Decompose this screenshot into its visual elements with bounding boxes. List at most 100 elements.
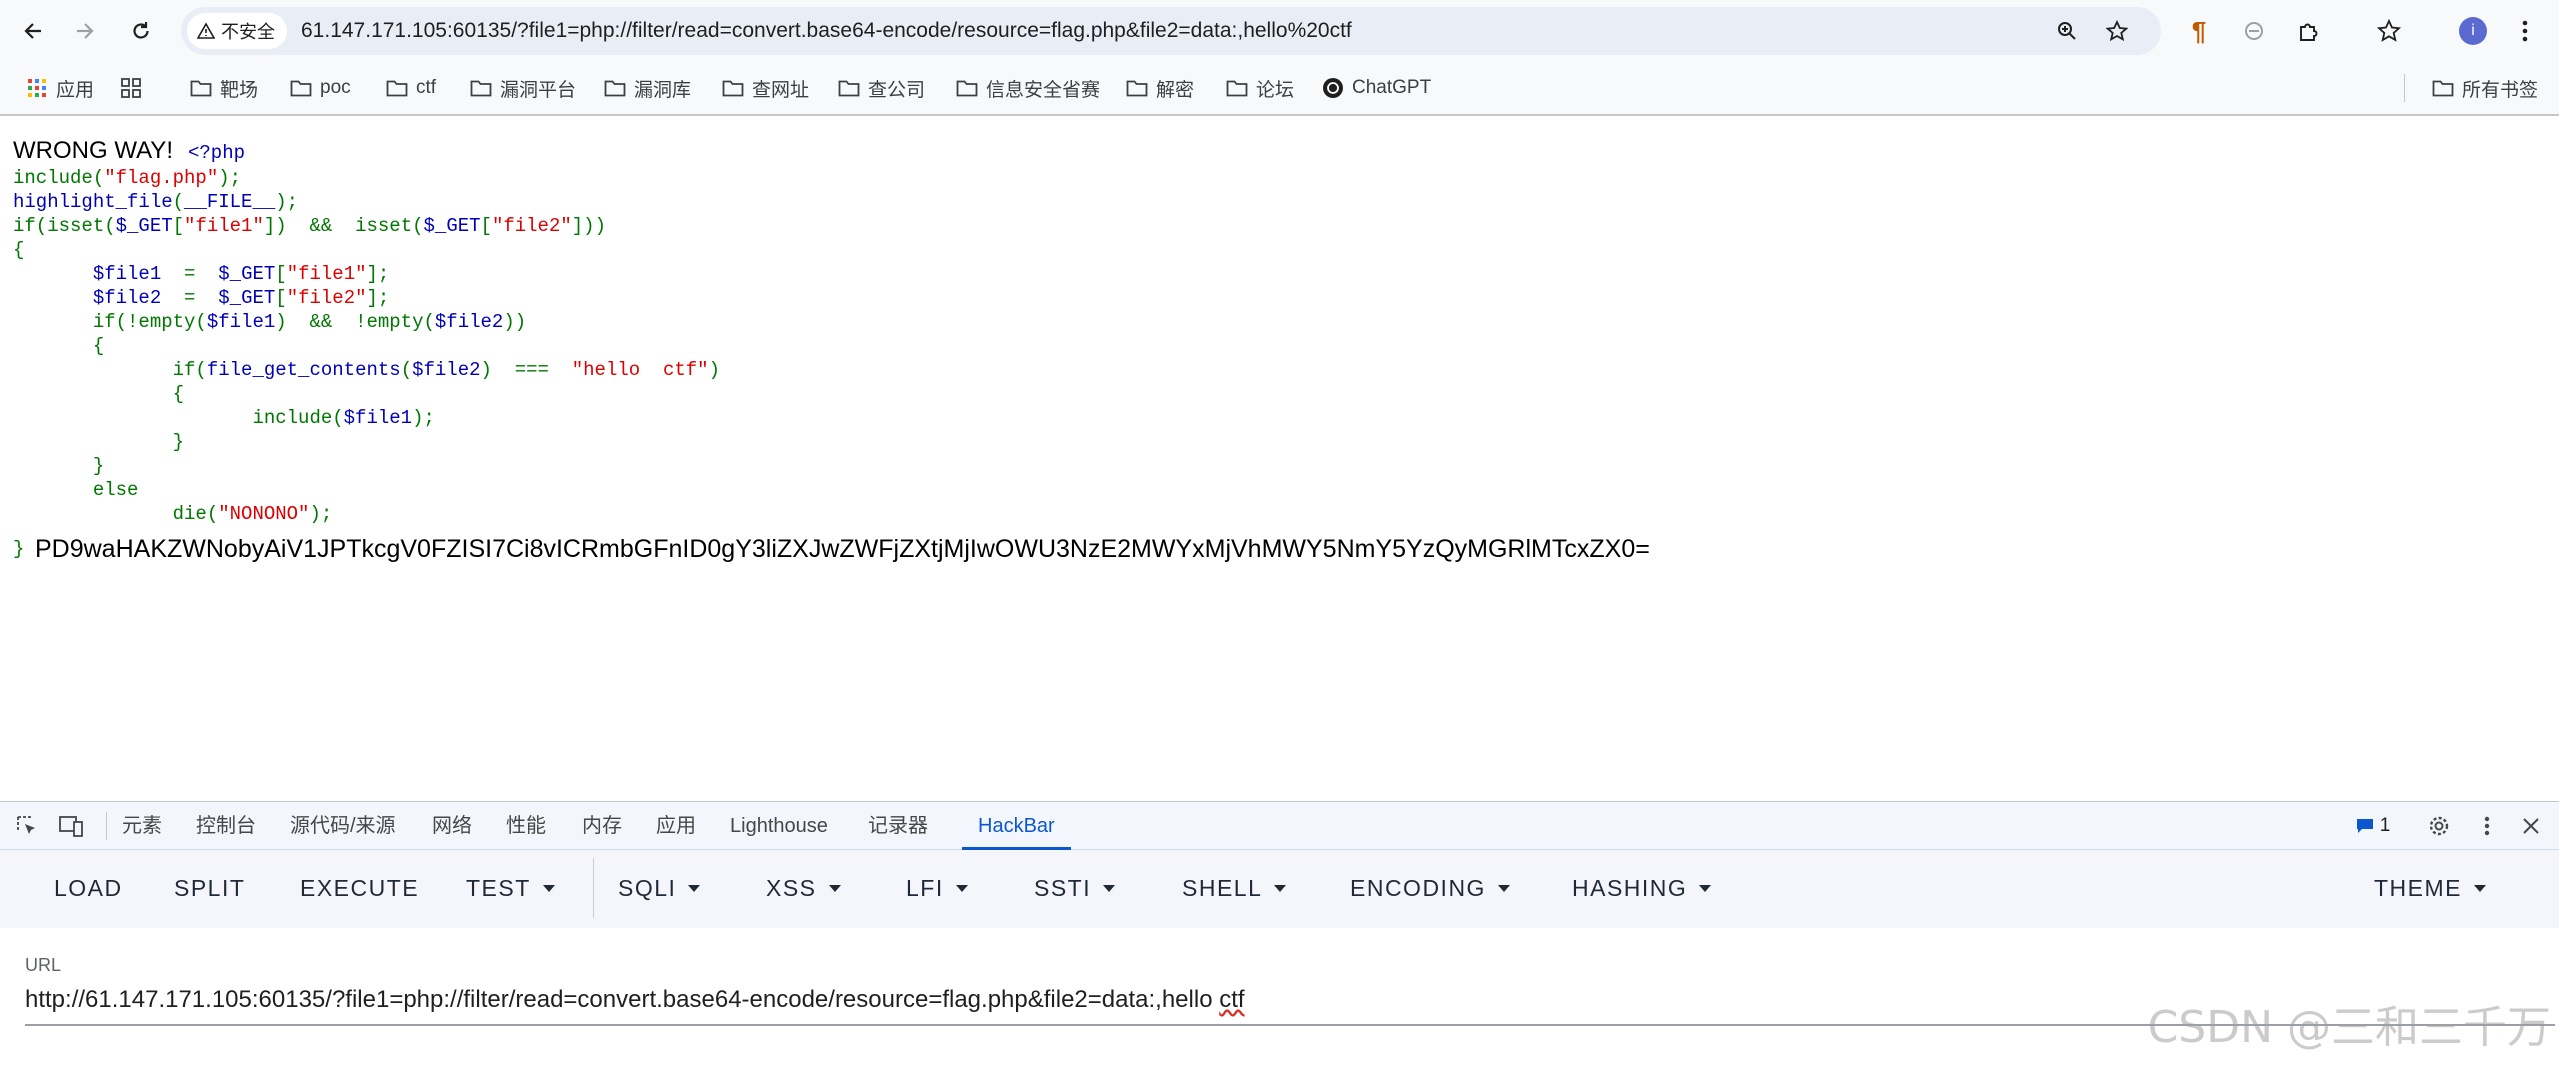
code-token: ]) && isset( (263, 215, 424, 237)
bookmark-star-icon[interactable] (2370, 12, 2408, 50)
tab-network[interactable]: 网络 (432, 802, 472, 850)
bookmark-folder[interactable]: 漏洞平台 (470, 72, 576, 104)
settings-gear-icon[interactable] (2424, 811, 2454, 841)
issues-badge[interactable]: 1 (2346, 811, 2400, 841)
block-extension-icon[interactable] (2235, 12, 2273, 50)
caret-down-icon (542, 884, 555, 892)
bookmark-folder[interactable]: 查网址 (722, 72, 809, 104)
url-text[interactable]: 61.147.171.105:60135/?file1=php://filter… (301, 7, 1352, 55)
bookmark-folder[interactable]: 漏洞库 (604, 72, 691, 104)
code-line: include($file1); (13, 406, 720, 430)
back-button[interactable] (14, 12, 52, 50)
bookmark-folder[interactable]: 解密 (1126, 72, 1194, 104)
hackbar-button-label: LOAD (54, 875, 123, 901)
devtools-panel: 元素 控制台 源代码/来源 网络 性能 内存 应用 Lighthouse 记录器… (0, 801, 2559, 1073)
arrow-left-icon (24, 23, 41, 39)
tab-performance[interactable]: 性能 (506, 802, 546, 850)
tab-sources[interactable]: 源代码/来源 (290, 802, 396, 850)
all-bookmarks[interactable]: 所有书签 (2432, 72, 2538, 104)
reload-button[interactable] (122, 12, 160, 50)
code-token: ]; (366, 263, 390, 285)
bookmarks-divider (2404, 74, 2405, 102)
folder-icon (2432, 80, 2454, 97)
bookmark-chatgpt[interactable]: ChatGPT (1322, 72, 1431, 104)
bookmark-label: poc (320, 77, 351, 98)
bookmark-folder[interactable]: 查公司 (838, 72, 925, 104)
code-line: $file1 = $_GET["file1"]; (13, 262, 720, 286)
code-token: file_get_contents (206, 359, 401, 381)
security-chip[interactable]: 不安全 (187, 13, 287, 49)
tab-application[interactable]: 应用 (656, 802, 696, 850)
code-token: "file2" (491, 215, 572, 237)
url-label: URL (25, 955, 62, 975)
tab-console[interactable]: 控制台 (196, 802, 256, 850)
hackbar-button-label: HASHING (1572, 875, 1688, 901)
inspect-element-icon[interactable] (12, 811, 42, 841)
hackbar-lfi-button[interactable]: LFI (906, 872, 968, 904)
hackbar-sqli-button[interactable]: SQLI (618, 872, 701, 904)
bookmark-folder[interactable]: 论坛 (1226, 72, 1294, 104)
address-bar[interactable]: 不安全 61.147.171.105:60135/?file1=php://fi… (181, 7, 2161, 55)
bookmark-folder[interactable]: 靶场 (190, 72, 258, 104)
bookmark-folder[interactable]: poc (290, 72, 351, 104)
code-token: include( (13, 167, 105, 189)
code-token: if(isset( (13, 215, 116, 237)
bookmark-folder[interactable]: 信息安全省赛 (956, 72, 1100, 104)
bookmark-label: 信息安全省赛 (986, 79, 1101, 101)
tab-hackbar[interactable]: HackBar (962, 802, 1071, 850)
caret-down-icon (2474, 884, 2486, 892)
hackbar-split-button[interactable]: SPLIT (174, 872, 245, 904)
code-token: "file2" (286, 287, 367, 309)
browser-menu-icon[interactable] (2506, 12, 2544, 50)
close-devtools-icon[interactable] (2516, 811, 2546, 841)
star-icon[interactable] (2102, 16, 2132, 46)
hackbar-shell-button[interactable]: SHELL (1182, 872, 1287, 904)
hackbar-xss-button[interactable]: XSS (766, 872, 841, 904)
zoom-icon[interactable] (2052, 16, 2082, 46)
code-token: $file2 (92, 287, 185, 309)
bookmark-grid[interactable] (120, 72, 142, 104)
device-toggle-icon[interactable] (56, 811, 86, 841)
hackbar-menu: LOAD SPLIT EXECUTE TEST SQLI XSS LFI SSTI SHELL E… (0, 850, 2559, 928)
code-token: [ (275, 263, 287, 285)
message-icon (2356, 819, 2373, 833)
reload-icon (133, 22, 149, 39)
url-main-text: http://61.147.171.105:60135/?file1=php:/… (25, 986, 1220, 1013)
hackbar-hashing-button[interactable]: HASHING (1572, 872, 1712, 904)
tab-memory[interactable]: 内存 (582, 802, 622, 850)
arrow-right-icon (77, 23, 94, 39)
code-token: if( (13, 359, 207, 381)
folder-icon (722, 80, 744, 97)
code-token: $_GET (423, 215, 481, 237)
bookmark-label: 漏洞平台 (500, 79, 577, 101)
hackbar-load-button[interactable]: LOAD (54, 872, 123, 904)
extensions-puzzle-icon[interactable] (2290, 12, 2328, 50)
paragraph-extension-icon[interactable]: ¶ (2180, 12, 2218, 50)
profile-avatar[interactable]: i (2454, 12, 2492, 50)
tab-elements[interactable]: 元素 (122, 802, 162, 850)
code-token: else (13, 479, 139, 501)
hackbar-button-label: TEST (466, 875, 531, 901)
code-token: "file1" (184, 215, 264, 237)
caret-down-icon (955, 884, 968, 892)
tab-recorder[interactable]: 记录器 (868, 802, 928, 850)
hackbar-ssti-button[interactable]: SSTI (1034, 872, 1116, 904)
bookmark-folder[interactable]: ctf (386, 72, 436, 104)
hackbar-theme-button[interactable]: THEME (2374, 872, 2486, 904)
bookmark-apps[interactable]: 应用 (26, 72, 94, 104)
hackbar-execute-button[interactable]: EXECUTE (300, 872, 419, 904)
code-token: ( (172, 191, 185, 213)
code-token: ])) (571, 215, 606, 237)
code-token: )) (503, 311, 527, 333)
code-token: $file2 (434, 311, 504, 333)
code-token: ) (708, 359, 720, 381)
all-bookmarks-label: 所有书签 (2462, 79, 2539, 101)
folder-icon (1226, 80, 1248, 97)
devtools-menu-icon[interactable] (2472, 811, 2502, 841)
forward-button[interactable] (66, 12, 104, 50)
code-token: "file1" (286, 263, 367, 285)
page-content: WRONG WAY! <?php include("flag.php"); hig… (0, 117, 2559, 801)
hackbar-test-button[interactable]: TEST (466, 872, 555, 904)
hackbar-encoding-button[interactable]: ENCODING (1350, 872, 1510, 904)
tab-lighthouse[interactable]: Lighthouse (730, 802, 828, 850)
